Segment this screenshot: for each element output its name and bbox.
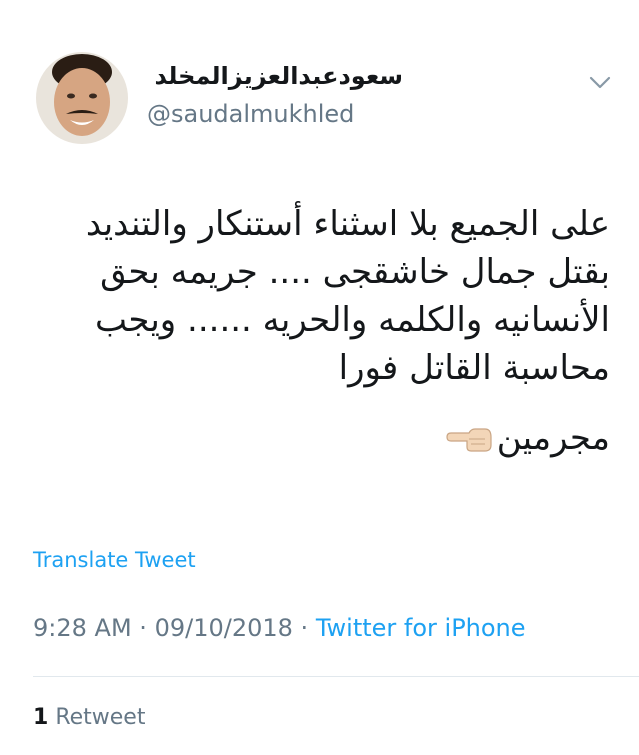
retweet-count: 1 bbox=[33, 705, 49, 730]
avatar-image bbox=[36, 52, 128, 144]
tweet-meta: 9:28 AM · 09/10/2018 · Twitter for iPhon… bbox=[33, 614, 526, 642]
tweet-text-line: على الجميع بلا اسثناء أستنكار والتنديد bbox=[85, 204, 610, 244]
tweet-source-link[interactable]: Twitter for iPhone bbox=[316, 614, 526, 642]
author-display-name[interactable]: سعودعبدالعزيزالمخلد bbox=[154, 62, 403, 90]
translate-tweet-link[interactable]: Translate Tweet bbox=[33, 548, 196, 572]
avatar[interactable] bbox=[36, 52, 128, 144]
meta-separator: · bbox=[300, 614, 309, 642]
tweet-emoji-line-text: مجرمين bbox=[496, 418, 610, 458]
tweet-text: على الجميع بلا اسثناء أستنكار والتنديد ب… bbox=[36, 200, 610, 462]
chevron-down-icon[interactable] bbox=[589, 76, 611, 90]
author-handle[interactable]: @saudalmukhled bbox=[147, 100, 354, 128]
tweet-time: 9:28 AM bbox=[33, 614, 132, 642]
divider bbox=[33, 676, 639, 677]
tweet-text-line: الأنسانيه والكلمه والحريه ...... ويجب bbox=[95, 300, 610, 340]
retweet-label: Retweet bbox=[55, 705, 146, 730]
retweets-stat[interactable]: 1 Retweet bbox=[33, 705, 145, 730]
meta-separator: · bbox=[139, 614, 147, 642]
tweet-text-line: بقتل جمال خاشقجى .... جريمه بحق bbox=[100, 252, 610, 292]
tweet-emoji-line: مجرمين bbox=[36, 414, 610, 462]
tweet-date: 09/10/2018 bbox=[154, 614, 293, 642]
pointing-left-hand-icon bbox=[446, 427, 492, 452]
tweet-text-line: محاسبة القاتل فورا bbox=[338, 348, 610, 388]
